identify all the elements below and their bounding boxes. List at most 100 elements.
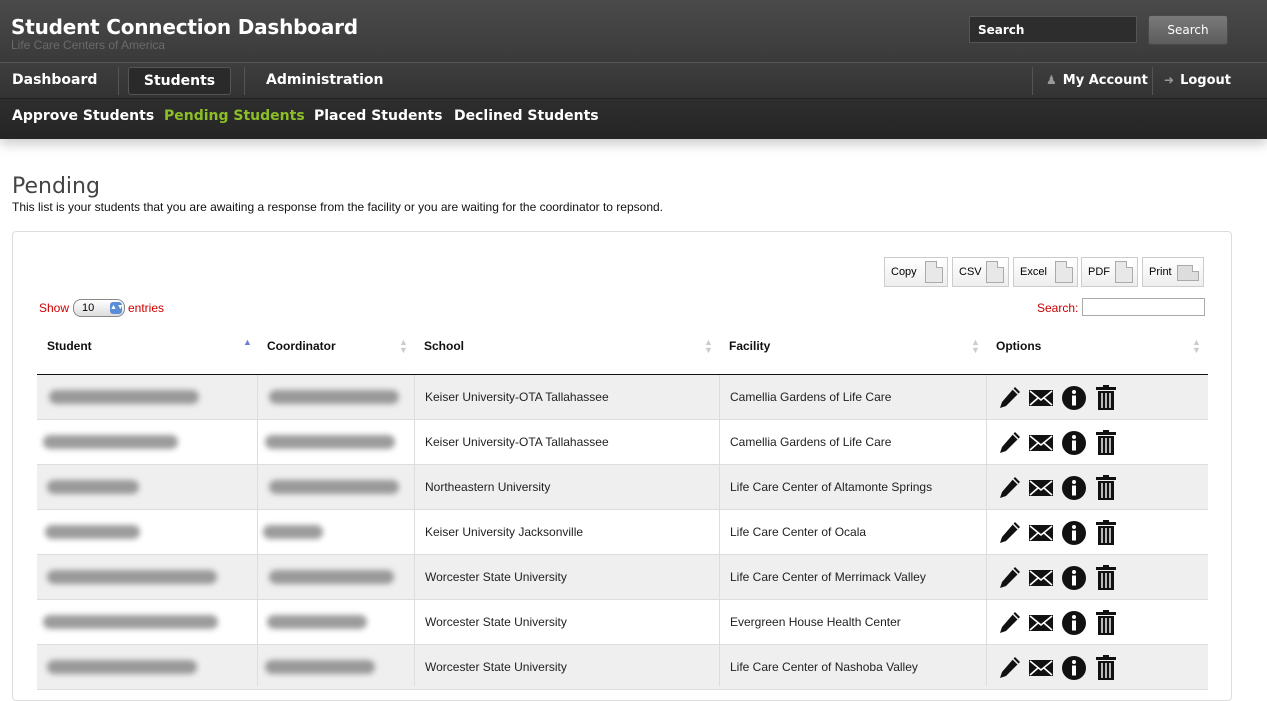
column-divider [986,375,987,686]
col-coordinator[interactable]: Coordinator [267,339,336,353]
school-cell: Worcester State University [425,660,567,674]
copy-button[interactable]: Copy [884,257,948,287]
main-nav: Dashboard Students Administration ♟ My Ac… [0,62,1267,99]
redacted-coordinator-name [269,390,399,404]
facility-cell: Life Care Center of Altamonte Springs [730,480,933,494]
pencil-icon[interactable] [996,610,1022,636]
info-icon[interactable] [1061,475,1087,501]
copy-label: Copy [891,266,917,278]
redacted-student-name [47,570,217,584]
trash-icon[interactable] [1093,430,1119,456]
envelope-icon[interactable] [1028,565,1054,591]
nav-divider [118,67,119,95]
trash-icon[interactable] [1093,655,1119,681]
school-cell: Keiser University-OTA Tallahassee [425,435,609,449]
envelope-icon[interactable] [1028,520,1054,546]
column-divider [257,375,258,686]
info-icon[interactable] [1061,565,1087,591]
table-row[interactable]: Worcester State University Life Care Cent… [37,645,1208,690]
column-divider [719,375,720,686]
col-options: Options [996,339,1042,353]
column-divider [414,375,415,686]
page-size-value: 10 [82,302,95,314]
redacted-student-name [47,480,139,494]
pencil-icon[interactable] [996,430,1022,456]
col-student[interactable]: Student [47,339,92,353]
app-title: Student Connection Dashboard [11,15,358,39]
my-account-label: My Account [1062,73,1148,88]
table-row[interactable]: Worcester State University Life Care Cent… [37,555,1208,600]
sort-asc-icon: ▲ [243,337,252,347]
printer-icon [1177,265,1199,281]
nav-students[interactable]: Students [128,67,231,95]
trash-icon[interactable] [1093,520,1119,546]
table-row[interactable]: Northeastern University Life Care Center … [37,465,1208,510]
info-icon[interactable] [1061,520,1087,546]
info-icon[interactable] [1061,385,1087,411]
logout-arrow-icon: ➜ [1164,73,1175,87]
user-icon: ♟ [1046,73,1057,87]
info-icon[interactable] [1061,655,1087,681]
select-arrows-icon: ▲▼ [110,302,124,314]
pencil-icon[interactable] [996,385,1022,411]
envelope-icon[interactable] [1028,610,1054,636]
copy-icon [925,261,943,283]
logout-link[interactable]: ➜ Logout [1164,63,1231,99]
envelope-icon[interactable] [1028,385,1054,411]
school-cell: Worcester State University [425,570,567,584]
pencil-icon[interactable] [996,520,1022,546]
print-label: Print [1149,266,1172,278]
col-school[interactable]: School [424,339,464,353]
trash-icon[interactable] [1093,610,1119,636]
subnav-approve-students[interactable]: Approve Students [12,99,154,137]
sub-nav: Approve Students Pending Students Placed… [0,99,1267,139]
redacted-student-name [49,390,199,404]
pencil-icon[interactable] [996,655,1022,681]
logout-label: Logout [1180,73,1231,88]
subnav-pending-students[interactable]: Pending Students [164,99,305,137]
nav-dashboard[interactable]: Dashboard [12,63,97,99]
search-button[interactable]: Search [1148,15,1228,45]
pdf-button[interactable]: PDF [1081,257,1138,287]
redacted-student-name [43,435,178,449]
info-icon[interactable] [1061,610,1087,636]
table-search-input[interactable] [1082,298,1205,316]
envelope-icon[interactable] [1028,430,1054,456]
info-icon[interactable] [1061,430,1087,456]
pencil-icon[interactable] [996,565,1022,591]
redacted-student-name [47,660,197,674]
school-cell: Keiser University-OTA Tallahassee [425,390,609,404]
redacted-coordinator-name [263,525,323,539]
csv-button[interactable]: CSV [952,257,1009,287]
pdf-icon [1115,261,1133,283]
school-cell: Keiser University Jacksonville [425,525,584,539]
table-row[interactable]: Keiser University-OTA Tallahassee Camelli… [37,375,1208,420]
col-facility[interactable]: Facility [729,339,770,353]
sort-icon: ▲ ▼ [704,337,713,355]
trash-icon[interactable] [1093,475,1119,501]
trash-icon[interactable] [1093,565,1119,591]
facility-cell: Life Care Center of Merrimack Valley [730,570,926,584]
envelope-icon[interactable] [1028,655,1054,681]
trash-icon[interactable] [1093,385,1119,411]
envelope-icon[interactable] [1028,475,1054,501]
nav-administration[interactable]: Administration [266,63,383,99]
search-input[interactable]: Search [969,16,1137,43]
facility-cell: Life Care Center of Nashoba Valley [730,660,918,674]
page-title: Pending [12,174,100,199]
subnav-placed-students[interactable]: Placed Students [314,99,442,137]
nav-divider [1152,67,1153,95]
table-row[interactable]: Keiser University Jacksonville Life Care … [37,510,1208,555]
table-row[interactable]: Keiser University-OTA Tallahassee Camelli… [37,420,1208,465]
subnav-declined-students[interactable]: Declined Students [454,99,599,137]
sort-icon: ▲ ▼ [971,337,980,355]
my-account-link[interactable]: ♟ My Account [1046,63,1148,99]
page-description: This list is your students that you are … [12,200,663,214]
top-header: Student Connection Dashboard Life Care C… [0,0,1267,62]
excel-button[interactable]: Excel [1013,257,1078,287]
pencil-icon[interactable] [996,475,1022,501]
page-size-select[interactable]: 10 ▲▼ [73,299,125,317]
print-button[interactable]: Print [1142,257,1204,287]
table-row[interactable]: Worcester State University Evergreen Hous… [37,600,1208,645]
show-label: Show [39,301,70,315]
